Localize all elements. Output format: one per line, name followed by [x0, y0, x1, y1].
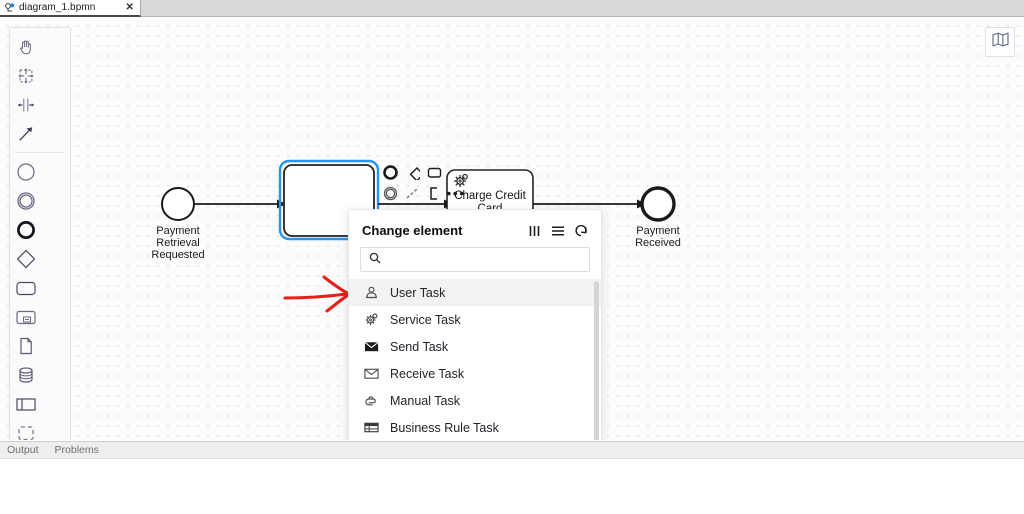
intermediate-event-icon[interactable]: [10, 186, 41, 215]
start-event-label-line2: Retrieval: [156, 237, 200, 249]
popup-title: Change element: [362, 223, 463, 238]
popup-search-box[interactable]: [360, 247, 590, 272]
popup-item-label: User Task: [390, 285, 446, 300]
bpmn-palette[interactable]: •••: [9, 27, 71, 440]
popup-item-user-task[interactable]: User Task: [349, 279, 601, 306]
business-rule-task-icon: [363, 421, 380, 434]
start-event-label-line3: Requested: [151, 249, 205, 261]
column-layout-icon[interactable]: [529, 225, 542, 237]
editor-tab-bar: diagram_1.bpmn ✕: [0, 0, 1024, 17]
popup-item-label: Manual Task: [390, 393, 460, 408]
more-options-icon[interactable]: •••: [446, 184, 465, 202]
bpmn-canvas[interactable]: Payment Retrieval Requested Charge Credi…: [0, 18, 1024, 440]
bpmn-file-icon: [5, 2, 15, 13]
search-input[interactable]: [387, 252, 581, 267]
bottom-panel-body: [0, 458, 1024, 514]
popup-item-label: Service Task: [390, 312, 461, 327]
popup-item-service-task[interactable]: Service Task: [349, 306, 601, 333]
space-tool-icon[interactable]: [10, 90, 41, 119]
list-layout-icon[interactable]: [551, 225, 565, 237]
connect-tool-icon[interactable]: [10, 119, 41, 148]
minimap-toggle-button[interactable]: [985, 27, 1015, 57]
popup-item-label: Send Task: [390, 339, 449, 354]
append-text-annotation-icon[interactable]: [425, 184, 443, 202]
append-task-icon[interactable]: [425, 163, 443, 181]
bottom-panel-tabs: Output Problems: [0, 441, 1024, 458]
connect-icon[interactable]: [403, 184, 421, 202]
participant-icon[interactable]: [10, 389, 41, 418]
append-gateway-icon[interactable]: [403, 163, 421, 181]
palette-separator: [16, 152, 64, 153]
append-intermediate-event-icon[interactable]: [381, 184, 399, 202]
popup-item-manual-task[interactable]: Manual Task: [349, 387, 601, 414]
tab-problems[interactable]: Problems: [55, 444, 99, 456]
change-element-popup[interactable]: Change element User Task Service Task Se…: [348, 209, 602, 440]
palette-group-elements: [10, 157, 70, 440]
start-event-icon[interactable]: [10, 157, 41, 186]
start-event-label: Payment Retrieval Requested: [140, 225, 216, 261]
start-event-label-line1: Payment: [156, 225, 200, 237]
context-pad-row-1: [381, 163, 465, 181]
end-event-icon[interactable]: [10, 215, 41, 244]
search-icon: [369, 251, 381, 269]
popup-list-scrollbar[interactable]: [594, 281, 599, 440]
end-event-label: Payment Received: [620, 225, 696, 249]
data-store-icon[interactable]: [10, 360, 41, 389]
receive-task-icon: [363, 367, 380, 380]
reset-icon[interactable]: [574, 224, 588, 237]
close-icon[interactable]: ✕: [125, 2, 133, 13]
append-end-event-icon[interactable]: [381, 163, 399, 181]
hand-tool-icon[interactable]: [10, 32, 41, 61]
popup-item-send-task[interactable]: Send Task: [349, 333, 601, 360]
popup-item-receive-task[interactable]: Receive Task: [349, 360, 601, 387]
user-task-icon: [363, 285, 380, 300]
context-pad[interactable]: •••: [381, 163, 465, 205]
service-task-icon: [363, 312, 380, 327]
end-event-label-line1: Payment: [636, 225, 680, 237]
popup-item-business-rule-task[interactable]: Business Rule Task: [349, 414, 601, 440]
gateway-icon[interactable]: [10, 244, 41, 273]
end-event-label-line2: Received: [635, 237, 681, 249]
task-icon[interactable]: [10, 273, 41, 302]
bpmn-editor-window: diagram_1.bpmn ✕ Payment Retrieval Reque…: [0, 0, 1024, 514]
editor-tab-label: diagram_1.bpmn: [19, 2, 96, 13]
popup-item-label: Receive Task: [390, 366, 465, 381]
popup-item-list[interactable]: User Task Service Task Send Task Receive…: [349, 279, 601, 440]
minimap-icon: [991, 32, 1009, 52]
popup-item-label: Business Rule Task: [390, 420, 499, 435]
collapsed-subprocess-icon[interactable]: [10, 302, 41, 331]
editor-tab-diagram[interactable]: diagram_1.bpmn ✕: [0, 0, 141, 17]
group-icon[interactable]: [10, 418, 41, 440]
send-task-icon: [363, 340, 380, 353]
popup-actions: [529, 224, 588, 237]
palette-group-tools: [10, 32, 70, 148]
context-pad-row-2: •••: [381, 184, 465, 202]
tab-output[interactable]: Output: [7, 444, 39, 456]
data-object-icon[interactable]: [10, 331, 41, 360]
popup-header: Change element: [349, 210, 601, 244]
lasso-tool-icon[interactable]: [10, 61, 41, 90]
manual-task-icon: [363, 393, 380, 408]
